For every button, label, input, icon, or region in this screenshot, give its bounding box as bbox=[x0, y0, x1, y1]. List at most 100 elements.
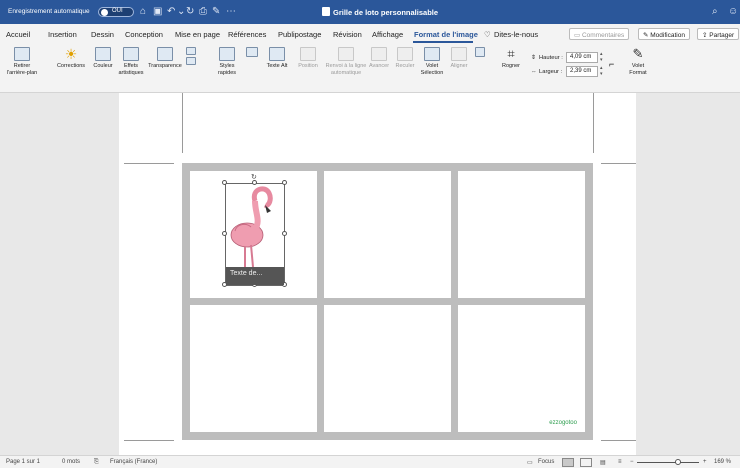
selection-pane-label: Volet Sélection bbox=[420, 63, 444, 76]
height-label: Hauteur : bbox=[539, 55, 563, 61]
tab-accueil[interactable]: Accueil bbox=[6, 30, 30, 39]
corrections-button[interactable]: ☀ Corrections bbox=[54, 47, 88, 70]
alt-text-button[interactable]: Texte Alt bbox=[266, 47, 288, 70]
undo-icon[interactable]: ↶ bbox=[167, 6, 175, 17]
rotate-icon bbox=[475, 47, 485, 57]
tab-dites-le-nous[interactable]: Dites-le-nous bbox=[494, 30, 538, 39]
document-page[interactable]: ezzogotoo ↻ Texte de... bbox=[119, 93, 636, 455]
outline-icon[interactable]: ≡ bbox=[618, 459, 622, 465]
crop-icon: ⌗ bbox=[507, 46, 515, 61]
remove-background-button[interactable]: Retirer l'arrière-plan bbox=[4, 47, 40, 76]
quick-styles-button[interactable]: Styles rapides bbox=[212, 47, 242, 76]
chevron-down-icon[interactable]: ⌄ bbox=[177, 6, 185, 17]
comments-button[interactable]: ▭ Commentaires bbox=[569, 28, 630, 40]
lock-aspect-icon[interactable]: ⌐ bbox=[609, 59, 614, 69]
focus-button[interactable]: Focus bbox=[538, 459, 554, 465]
artistic-effects-label: Effets artistiques bbox=[118, 63, 144, 76]
language[interactable]: Français (France) bbox=[110, 459, 157, 465]
autosave-label: Enregistrement automatique bbox=[8, 8, 90, 15]
more-icon[interactable]: ⋯ bbox=[226, 6, 236, 17]
tab-mise-en-page[interactable]: Mise en page bbox=[175, 30, 220, 39]
transparency-button[interactable]: Transparence bbox=[146, 47, 184, 70]
brush-icon: ✎ bbox=[632, 46, 644, 61]
rotate-button[interactable] bbox=[472, 47, 488, 59]
align-button[interactable]: Aligner bbox=[448, 47, 470, 70]
status-bar: Page 1 sur 1 0 mots ⎘ Français (France) … bbox=[0, 455, 740, 468]
title-bar: Enregistrement automatique OUI ⌂ ▣ ↶ ⌄ ↻… bbox=[0, 0, 740, 24]
alt-text-label: Texte Alt bbox=[266, 63, 288, 69]
selection-pane-icon bbox=[424, 47, 440, 61]
print-layout-button[interactable] bbox=[562, 458, 574, 467]
zoom-slider-knob[interactable] bbox=[675, 459, 681, 465]
zoom-out-icon[interactable]: − bbox=[630, 459, 634, 465]
format-pane-label: Volet Format bbox=[629, 63, 647, 76]
ribbon-tabs: Accueil Insertion Dessin Conception Mise… bbox=[0, 24, 740, 43]
document-canvas[interactable]: ezzogotoo ↻ Texte de... bbox=[0, 93, 740, 455]
height-spinner-icon[interactable]: ▴ ▾ bbox=[600, 51, 603, 63]
resize-handle[interactable] bbox=[252, 180, 257, 185]
edit-icon[interactable]: ✎ bbox=[212, 6, 220, 17]
tab-publipostage[interactable]: Publipostage bbox=[278, 30, 321, 39]
height-icon: ⇕ bbox=[531, 55, 536, 61]
tab-format-image[interactable]: Format de l'image bbox=[414, 30, 478, 39]
format-pane-button[interactable]: ✎ Volet Format bbox=[624, 47, 652, 76]
home-icon[interactable]: ⌂ bbox=[140, 6, 146, 17]
tab-revision[interactable]: Révision bbox=[333, 30, 362, 39]
zoom-slider[interactable] bbox=[637, 462, 699, 463]
search-icon[interactable]: ⌕ bbox=[712, 6, 718, 17]
artistic-effects-button[interactable]: Effets artistiques bbox=[117, 47, 145, 76]
pen-icon bbox=[246, 47, 258, 57]
grid-cell[interactable] bbox=[324, 305, 451, 432]
margin-mark bbox=[601, 163, 636, 164]
page-count[interactable]: Page 1 sur 1 bbox=[6, 459, 40, 465]
tab-dessin[interactable]: Dessin bbox=[91, 30, 114, 39]
tab-references[interactable]: Références bbox=[228, 30, 266, 39]
redo-icon[interactable]: ↻ bbox=[186, 6, 194, 17]
proofing-icon[interactable]: ⎘ bbox=[94, 459, 99, 466]
read-mode-icon[interactable]: ▤ bbox=[600, 459, 606, 466]
tab-conception[interactable]: Conception bbox=[125, 30, 163, 39]
crop-button[interactable]: ⌗ Rogner bbox=[500, 47, 522, 70]
web-layout-button[interactable] bbox=[580, 458, 592, 467]
position-icon bbox=[300, 47, 316, 61]
grid-cell[interactable]: ezzogotoo bbox=[458, 305, 585, 432]
height-input[interactable]: 4,09 cm bbox=[566, 52, 598, 63]
color-button[interactable]: Couleur bbox=[90, 47, 116, 70]
send-backward-button[interactable]: Reculer bbox=[394, 47, 416, 70]
autosave-toggle[interactable]: OUI bbox=[98, 7, 134, 17]
compress-pictures-button[interactable] bbox=[184, 47, 198, 67]
comments-label: Commentaires bbox=[581, 32, 625, 39]
zoom-in-icon[interactable]: + bbox=[703, 459, 707, 465]
width-spinner-icon[interactable]: ▴ ▾ bbox=[600, 65, 603, 77]
ribbon-toolbar: Retirer l'arrière-plan ☀ Corrections Cou… bbox=[0, 43, 740, 93]
picture-caption: Texte de... bbox=[226, 267, 284, 285]
editing-button[interactable]: ✎ Modification bbox=[638, 28, 690, 40]
save-icon[interactable]: ▣ bbox=[153, 6, 162, 17]
resize-handle[interactable] bbox=[282, 231, 287, 236]
position-button[interactable]: Position bbox=[296, 47, 320, 70]
account-icon[interactable]: ☺ bbox=[728, 6, 738, 17]
grid-cell[interactable] bbox=[190, 305, 317, 432]
grid-cell[interactable] bbox=[458, 171, 585, 298]
resize-handle[interactable] bbox=[222, 231, 227, 236]
flamingo-picture[interactable]: ↻ Texte de... bbox=[222, 174, 287, 287]
share-button[interactable]: ⇪ Partager bbox=[697, 28, 740, 40]
wrap-text-button[interactable]: Renvoi à la ligne automatique bbox=[322, 47, 370, 76]
print-icon[interactable]: ⎙ bbox=[199, 6, 207, 17]
bring-forward-button[interactable]: Avancer bbox=[368, 47, 390, 70]
grid-cell[interactable] bbox=[324, 171, 451, 298]
tab-insertion[interactable]: Insertion bbox=[48, 30, 77, 39]
width-input[interactable]: 2,39 cm bbox=[566, 66, 598, 77]
picture-border-button[interactable] bbox=[242, 47, 262, 59]
resize-handle[interactable] bbox=[282, 180, 287, 185]
margin-mark bbox=[601, 440, 636, 441]
width-icon: ⇔ bbox=[531, 69, 537, 75]
crop-label: Rogner bbox=[501, 63, 521, 69]
focus-icon: ▭ bbox=[527, 460, 533, 466]
resize-handle[interactable] bbox=[222, 180, 227, 185]
tab-affichage[interactable]: Affichage bbox=[372, 30, 403, 39]
zoom-level[interactable]: 169 % bbox=[714, 459, 731, 465]
word-count[interactable]: 0 mots bbox=[62, 459, 80, 465]
selection-pane-button[interactable]: Volet Sélection bbox=[419, 47, 445, 76]
remove-background-label: Retirer l'arrière-plan bbox=[6, 63, 38, 76]
